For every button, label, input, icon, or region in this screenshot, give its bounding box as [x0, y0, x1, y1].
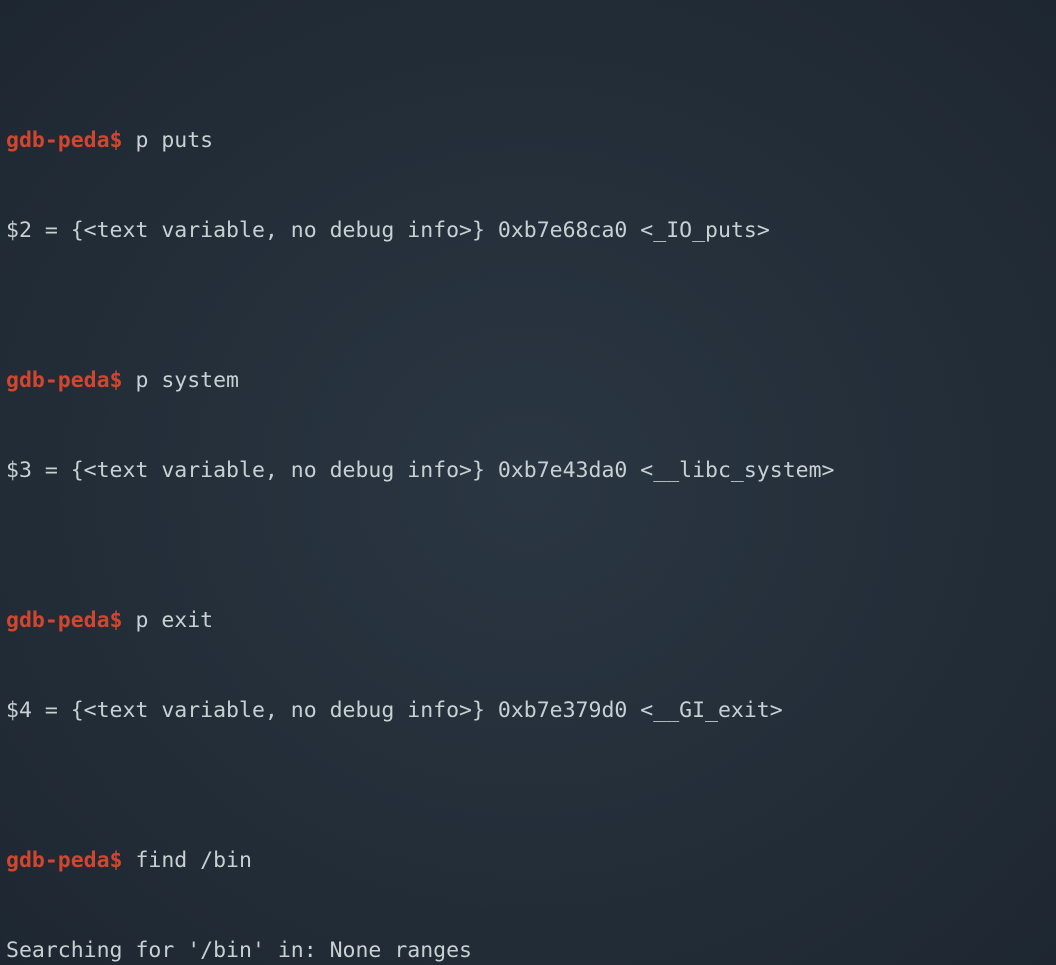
symbol-name: __GI_exit	[653, 698, 770, 723]
command: p puts	[135, 128, 213, 153]
prompt: gdb-peda$	[6, 608, 123, 633]
address: 0xb7e68ca0	[498, 218, 627, 243]
symbol-name: __libc_system	[653, 458, 821, 483]
symbol-result: $4 = {<text variable, no debug info>} 0x…	[6, 696, 1050, 726]
command: p system	[135, 368, 239, 393]
search-header: Searching for '/bin' in: None ranges	[6, 936, 1050, 965]
prompt-line: gdb-peda$ p puts	[6, 126, 1050, 156]
terminal[interactable]: gdb-peda$ p puts $2 = {<text variable, n…	[0, 0, 1056, 965]
address: 0xb7e379d0	[498, 698, 627, 723]
prompt: gdb-peda$	[6, 128, 123, 153]
prompt: gdb-peda$	[6, 368, 123, 393]
prompt-line: gdb-peda$ find /bin	[6, 846, 1050, 876]
symbol-name: _IO_puts	[653, 218, 757, 243]
symbol-result: $2 = {<text variable, no debug info>} 0x…	[6, 216, 1050, 246]
prompt-line: gdb-peda$ p exit	[6, 606, 1050, 636]
symbol-result: $3 = {<text variable, no debug info>} 0x…	[6, 456, 1050, 486]
prompt-line: gdb-peda$ p system	[6, 366, 1050, 396]
prompt: gdb-peda$	[6, 848, 123, 873]
address: 0xb7e43da0	[498, 458, 627, 483]
command: p exit	[135, 608, 213, 633]
command: find /bin	[135, 848, 252, 873]
